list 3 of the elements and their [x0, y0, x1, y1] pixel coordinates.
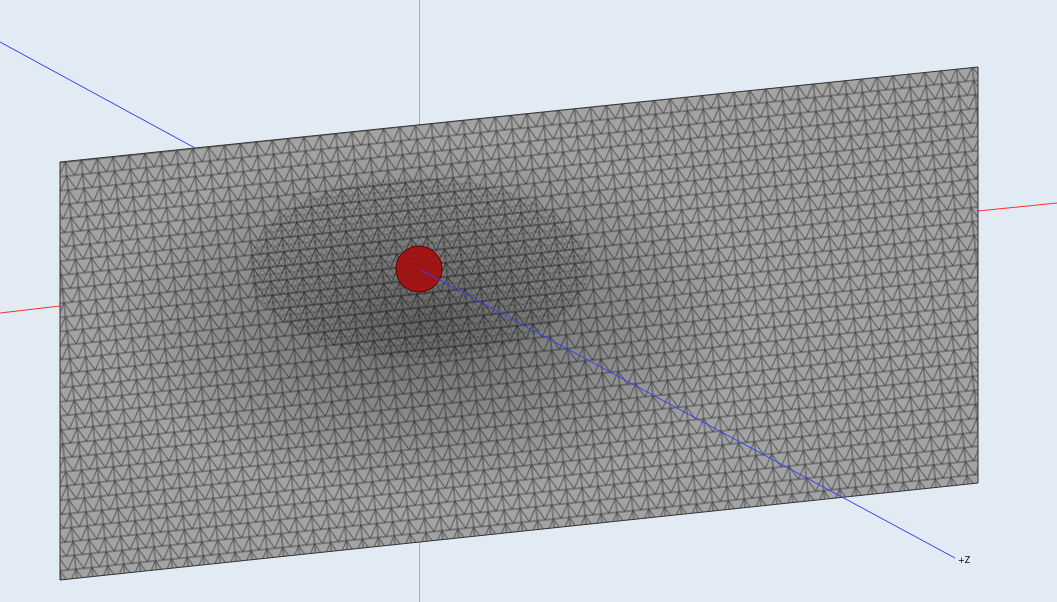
- sphere-drawing: [395, 245, 443, 293]
- axis-label: +Z: [958, 556, 971, 565]
- axis-line: [0, 305, 61, 314]
